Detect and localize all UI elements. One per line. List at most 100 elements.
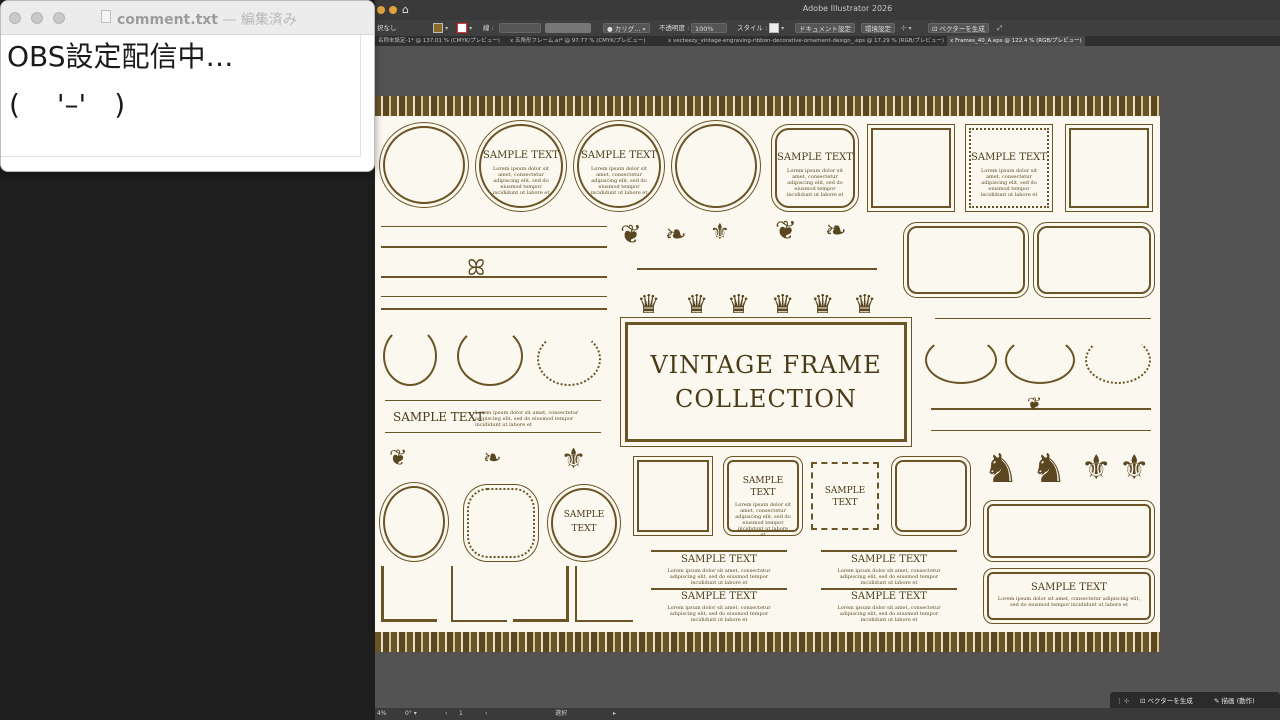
banner-sample-text: SAMPLE TEXT [681, 554, 757, 565]
tab-pentagon-frame[interactable]: x 五角形フレーム.ai* @ 97.77 % (CMYK/プレビュー) [507, 36, 648, 46]
banner-sample-text: SAMPLE TEXT [681, 591, 757, 602]
ornament-frame-round-small [379, 482, 449, 562]
document-icon [101, 10, 111, 23]
flourish-icon: ❦ [620, 220, 642, 250]
flourish-icon: ❧ [825, 216, 847, 246]
text-line-1: OBS設定配信中… [7, 40, 234, 73]
ornament-frame-round-2: SAMPLE TEXT Lorem ipsum dolor sit amet, … [475, 120, 567, 212]
flourish-icon: ❧ [665, 220, 687, 250]
corner-ornament [513, 566, 569, 622]
frame-lorem-text: Lorem ipsum dolor sit amet, consectetur … [786, 168, 844, 198]
illustrator-window: ⌂ Adobe Illustrator 2026 択なし ▾ ▾ 線 : ● カ… [375, 0, 1280, 720]
frame-sample-label: SAMPLE [824, 486, 866, 496]
frame-text-label: TEXT [832, 498, 858, 508]
ornament-frame-square-8 [891, 456, 971, 536]
ornament-divider [381, 296, 607, 297]
ornament-divider [381, 246, 607, 248]
ornament-divider [385, 400, 601, 401]
tab-frames-40[interactable]: x Frames_40_A.eps @ 122.4 % (RGB/プレビュー) [947, 36, 1085, 46]
corner-ornament [381, 566, 437, 622]
banner-sample-text: SAMPLE TEXT [851, 591, 927, 602]
ornament-frame-square-1: SAMPLE TEXT Lorem ipsum dolor sit amet, … [771, 124, 859, 212]
flourish-icon: ⚜ [710, 220, 730, 245]
style-label: スタイル : [737, 24, 768, 32]
banner-sample-text: SAMPLE TEXT [851, 554, 927, 565]
tab-vecteezy-ribbon[interactable]: x vecteezy_vintage-engraving-ribbon-deco… [665, 36, 947, 46]
textedit-zoom-button[interactable] [53, 12, 65, 24]
stroke-swatch[interactable]: ▾ [457, 23, 472, 33]
pin-icon[interactable]: ⤢ [997, 23, 1002, 33]
generate-vector-button[interactable]: ⊡ ベクターを生成 [928, 23, 989, 33]
laurel-wreath [537, 332, 601, 386]
ornament-divider [381, 308, 607, 310]
ornament-frame-round-small: SAMPLE TEXT [547, 484, 621, 562]
frame-sample-text: SAMPLE TEXT [777, 152, 853, 163]
variable-width-profile[interactable] [545, 23, 591, 33]
frame-lorem-text: Lorem ipsum dolor sit amet, consectetur … [492, 166, 550, 196]
frame-text-label: TEXT [750, 488, 776, 498]
bottom-border-ornament [375, 632, 1160, 652]
taskbar-move-handle[interactable]: ⋮ [1116, 696, 1123, 706]
artwork-title-line1: VINTAGE FRAME [650, 351, 882, 379]
sample-lorem-text: Lorem ipsum dolor sit amet, consectetur … [475, 410, 579, 428]
ornament-frame-wide-2 [1033, 222, 1155, 298]
frame-sample-text: SAMPLE TEXT [1031, 582, 1107, 593]
ornament-divider [931, 430, 1151, 431]
fill-swatch[interactable]: ▾ [433, 23, 448, 33]
banner-lorem: Lorem ipsum dolor sit amet, consectetur … [667, 568, 771, 586]
taskbar-generate-vector-button[interactable]: ⊡ ベクターを生成 [1140, 696, 1193, 706]
crown-icon: ♛ [637, 290, 661, 320]
taskbar-options-icon[interactable]: ⊹ [1124, 696, 1129, 706]
flourish-icon: ❦ [775, 216, 797, 246]
ornament-divider [637, 268, 877, 270]
artboard-prev-icon[interactable]: ‹ [445, 710, 447, 718]
textedit-close-button[interactable] [9, 12, 21, 24]
ornament-divider [385, 432, 601, 433]
fleur-de-lis-icon: ⚜ [1081, 448, 1112, 488]
ornament-frame-square-5 [633, 456, 713, 536]
rotate-dropdown[interactable]: 0° ▾ [405, 710, 417, 718]
corner-ornament [575, 566, 633, 622]
ornament-divider [381, 276, 607, 278]
textedit-minimize-button[interactable] [31, 12, 43, 24]
artboard-next-icon[interactable]: › [485, 710, 487, 718]
style-swatch[interactable]: ▾ [769, 23, 784, 33]
stroke-weight-field[interactable] [499, 23, 541, 33]
ornament-frame-round-4 [671, 120, 761, 212]
opacity-field[interactable]: 100% [691, 23, 727, 33]
crown-icon: ♛ [727, 290, 751, 320]
frame-sample-text: SAMPLE TEXT [581, 150, 657, 161]
preferences-button[interactable]: 環境設定 [861, 23, 895, 33]
ornament-frame-square-6: SAMPLE TEXT Lorem ipsum dolor sit amet, … [723, 456, 803, 538]
arrange-icon[interactable]: ⊹ ▾ [901, 23, 912, 33]
ornament-divider [935, 318, 1151, 319]
opacity-label: 不透明度 : [659, 24, 690, 32]
selection-status: 択なし [377, 24, 397, 32]
ornament-divider [821, 588, 957, 590]
tab-untitled[interactable]: 名称未設定-1* @ 137.01 % (CMYK/プレビュー) [375, 36, 503, 46]
taskbar-draw-mode-button[interactable]: ✎ 描画 (動作) [1214, 696, 1255, 706]
artwork-title-line2: COLLECTION [675, 385, 857, 413]
status-arrow-icon[interactable]: ▸ [613, 710, 616, 718]
document-setup-button[interactable]: ドキュメント設定 [795, 23, 855, 33]
status-bar: 4% 0° ▾ ‹ 1 › 選択 ▸ [375, 708, 1280, 720]
ornament-frame-square-4 [1065, 124, 1153, 212]
textedit-title: comment.txt — 編集済み [117, 12, 297, 28]
brush-definition-dropdown[interactable]: ● カリグ... ▾ [603, 23, 650, 33]
ornament-frame-square-2 [867, 124, 955, 212]
laurel-wreath [1005, 336, 1075, 384]
current-tool-status: 選択 [555, 710, 568, 717]
artboard[interactable]: SAMPLE TEXT Lorem ipsum dolor sit amet, … [375, 96, 1160, 652]
frame-sample-text: SAMPLE TEXT [483, 150, 559, 161]
text-line-2: ( '–' ) [9, 88, 126, 121]
ornament-frame-round-3: SAMPLE TEXT Lorem ipsum dolor sit amet, … [573, 120, 665, 212]
banner-lorem: Lorem ipsum dolor sit amet, consectetur … [837, 605, 941, 623]
frame-lorem-text: Lorem ipsum dolor sit amet, consectetur … [735, 502, 791, 538]
artboard-number[interactable]: 1 [459, 710, 463, 718]
ornament-frame-square-3: SAMPLE TEXT Lorem ipsum dolor sit amet, … [965, 124, 1053, 212]
banner-lorem: Lorem ipsum dolor sit amet, consectetur … [667, 605, 771, 623]
zoom-level[interactable]: 4% [377, 710, 387, 718]
ornament-frame-banner-1 [983, 500, 1155, 562]
frame-lorem-text: Lorem ipsum dolor sit amet, consectetur … [997, 596, 1141, 608]
flourish-icon: ❧ [483, 446, 502, 471]
